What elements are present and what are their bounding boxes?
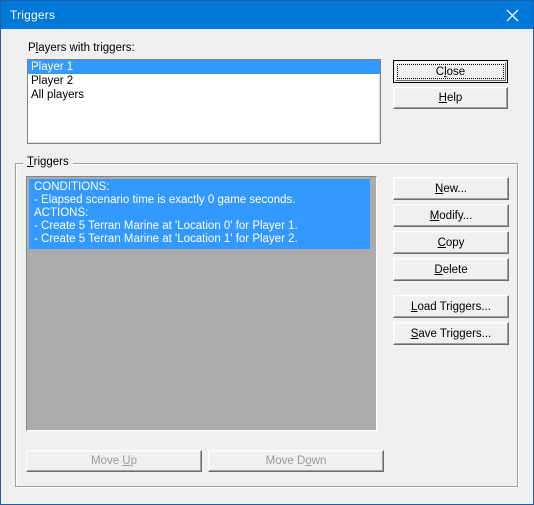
help-button[interactable]: Help bbox=[393, 87, 508, 109]
window-title: Triggers bbox=[10, 8, 56, 22]
modify-button-label: Modify... bbox=[429, 209, 473, 222]
new-button-label: New... bbox=[435, 182, 467, 195]
load-triggers-button[interactable]: Load Triggers... bbox=[393, 295, 509, 318]
delete-button-label: Delete bbox=[434, 263, 468, 276]
list-item[interactable]: All players bbox=[28, 88, 380, 102]
triggers-dialog-window: Triggers Players with triggers: Player 1… bbox=[0, 0, 534, 505]
copy-button[interactable]: Copy bbox=[393, 231, 509, 254]
trigger-entry-selected[interactable]: CONDITIONS: - Elapsed scenario time is e… bbox=[29, 179, 370, 249]
triggers-groupbox-title: Triggers bbox=[23, 156, 73, 168]
players-listbox[interactable]: Player 1 Player 2 All players bbox=[27, 59, 381, 144]
close-button[interactable]: Close bbox=[393, 60, 508, 83]
move-down-button-label: Move Down bbox=[265, 455, 327, 467]
list-item[interactable]: Player 1 bbox=[28, 60, 380, 74]
triggers-listbox[interactable]: CONDITIONS: - Elapsed scenario time is e… bbox=[26, 176, 377, 431]
focus-rectangle bbox=[397, 64, 504, 79]
save-triggers-button[interactable]: Save Triggers... bbox=[393, 322, 509, 345]
close-icon[interactable] bbox=[489, 1, 533, 29]
trigger-line: ACTIONS: bbox=[34, 207, 89, 219]
delete-button[interactable]: Delete bbox=[393, 258, 509, 281]
trigger-line: - Elapsed scenario time is exactly 0 gam… bbox=[34, 194, 296, 206]
players-with-triggers-label: Players with triggers: bbox=[28, 42, 135, 54]
move-up-button-label: Move Up bbox=[90, 455, 138, 467]
label-suffix: ayers with triggers: bbox=[38, 42, 135, 54]
modify-button[interactable]: Modify... bbox=[393, 204, 509, 227]
trigger-line: CONDITIONS: bbox=[34, 181, 110, 193]
help-button-label: Help bbox=[438, 92, 463, 104]
trigger-line: - Create 5 Terran Marine at 'Location 0'… bbox=[34, 220, 298, 232]
save-triggers-button-label: Save Triggers... bbox=[410, 327, 492, 340]
group-title-accelerator: T bbox=[27, 156, 34, 168]
list-item[interactable]: Player 2 bbox=[28, 74, 380, 88]
label-prefix: P bbox=[28, 42, 36, 54]
title-bar: Triggers bbox=[1, 1, 533, 29]
copy-button-label: Copy bbox=[437, 236, 465, 249]
move-up-button[interactable]: Move Up bbox=[26, 450, 202, 472]
move-down-button[interactable]: Move Down bbox=[208, 450, 384, 472]
load-triggers-button-label: Load Triggers... bbox=[411, 300, 491, 313]
new-button[interactable]: New... bbox=[393, 177, 509, 200]
trigger-line: - Create 5 Terran Marine at 'Location 1'… bbox=[34, 233, 298, 245]
